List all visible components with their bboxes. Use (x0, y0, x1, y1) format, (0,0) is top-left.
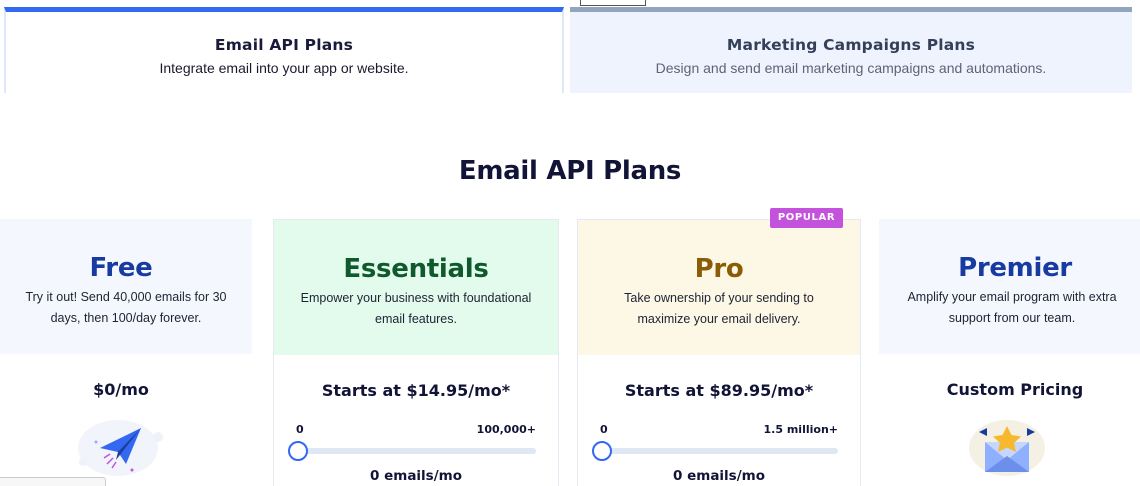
tab-subtitle: Design and send email marketing campaign… (655, 60, 1047, 76)
plan-card-pro: Pro Take ownership of your sending to ma… (577, 219, 861, 486)
tab-title: Marketing Campaigns Plans (726, 36, 976, 54)
plan-description: Empower your business with foundational … (300, 291, 532, 326)
plan-card-body: Starts at $89.95/mo* 0 1.5 million+ 0 em… (578, 355, 860, 486)
popular-badge: POPULAR (770, 208, 843, 228)
tab-subtitle: Integrate email into your app or website… (159, 60, 409, 76)
plan-card-body: Starts at $14.95/mo* 0 100,000+ 0 emails… (274, 355, 558, 486)
plan-price: Starts at $89.95/mo* (624, 381, 814, 400)
plan-card-header: Pro Take ownership of your sending to ma… (578, 220, 860, 355)
plan-card-body: $0/mo (0, 354, 252, 486)
plan-card-premier: Premier Amplify your email program with … (879, 219, 1140, 486)
slider-track[interactable] (602, 448, 838, 454)
plan-name: Pro (694, 254, 744, 284)
plan-card-header: Essentials Empower your business with fo… (274, 220, 558, 355)
slider-min-label: 0 (600, 423, 608, 436)
plan-name: Essentials (343, 254, 489, 284)
slider-handle[interactable] (288, 441, 308, 461)
tab-email-api-plans[interactable]: Email API Plans Integrate email into you… (4, 7, 564, 93)
envelope-star-icon (968, 420, 1045, 476)
plan-description: Amplify your email program with extra su… (907, 290, 1117, 325)
slider-max-label: 1.5 million+ (763, 423, 838, 436)
tab-marketing-campaigns-plans[interactable]: Marketing Campaigns Plans Design and sen… (570, 7, 1132, 93)
plan-description: Take ownership of your sending to maximi… (624, 291, 814, 326)
plan-price: Custom Pricing (946, 380, 1084, 399)
slider-min-label: 0 (296, 423, 304, 436)
plan-card-essentials: Essentials Empower your business with fo… (273, 219, 559, 486)
plan-name: Free (89, 253, 153, 283)
link-status-tooltip (0, 477, 106, 486)
plan-card-body: Custom Pricing (879, 354, 1140, 486)
email-volume-slider[interactable]: 0 1.5 million+ (592, 423, 838, 461)
plan-price: Starts at $14.95/mo* (321, 381, 511, 400)
plan-card-header: Premier Amplify your email program with … (879, 219, 1140, 354)
email-volume-value: 0 emails/mo (370, 468, 462, 484)
tab-title: Email API Plans (214, 36, 354, 54)
email-volume-slider[interactable]: 0 100,000+ (288, 423, 536, 461)
email-volume-value: 0 emails/mo (673, 468, 765, 484)
slider-max-label: 100,000+ (476, 423, 536, 436)
section-title: Email API Plans (458, 156, 682, 186)
paper-plane-icon (78, 420, 163, 476)
slider-track[interactable] (298, 448, 536, 454)
plan-description: Try it out! Send 40,000 emails for 30 da… (25, 290, 227, 325)
top-frame-box (580, 0, 646, 6)
plan-card-header: Free Try it out! Send 40,000 emails for … (0, 219, 252, 354)
slider-handle[interactable] (592, 441, 612, 461)
plan-price: $0/mo (93, 380, 149, 399)
plan-name: Premier (958, 253, 1072, 283)
plan-card-free: Free Try it out! Send 40,000 emails for … (0, 219, 252, 486)
